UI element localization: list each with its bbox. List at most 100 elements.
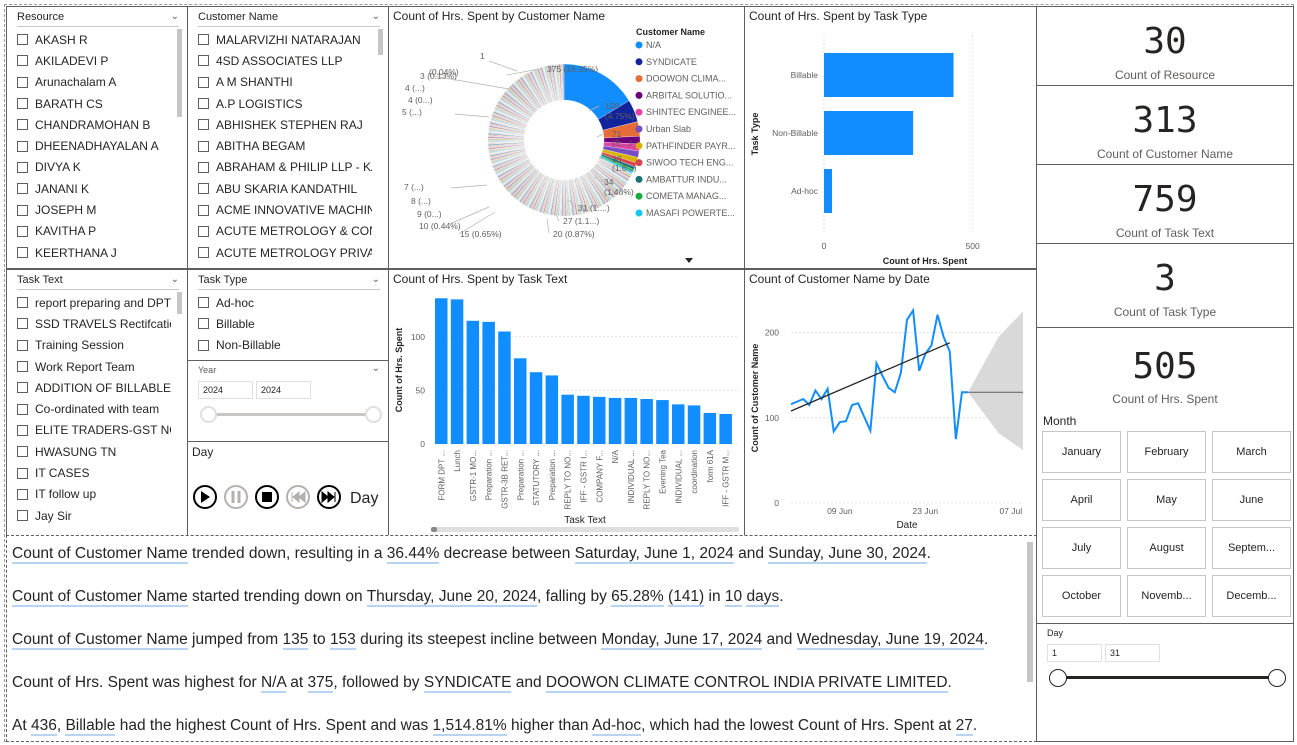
checkbox[interactable] xyxy=(17,183,28,195)
task-text-slicer[interactable]: Task Text ⌄ report preparing and DPT ... S… xyxy=(6,269,188,536)
day-play-axis[interactable]: Day Day xyxy=(187,441,389,536)
slicer-item[interactable]: HWASUNG TN xyxy=(17,441,171,462)
slicer-item[interactable]: IT CASES xyxy=(17,462,171,483)
narrative-value[interactable]: 436 xyxy=(30,717,57,736)
checkbox[interactable] xyxy=(17,403,28,415)
slicer-item[interactable]: ABITHA BEGAM xyxy=(198,135,372,156)
bar[interactable] xyxy=(450,299,464,444)
month-button[interactable]: Decemb... xyxy=(1212,575,1291,617)
narrative-value[interactable]: days xyxy=(746,588,780,607)
resource-slicer-header[interactable]: Resource ⌄ xyxy=(17,11,179,27)
checkbox[interactable] xyxy=(17,140,28,152)
slicer-item[interactable]: Billable xyxy=(198,313,372,334)
checkbox[interactable] xyxy=(17,510,28,522)
narrative-value[interactable]: 135 xyxy=(282,631,309,650)
bar[interactable] xyxy=(498,331,511,445)
slicer-item[interactable]: AKASH R xyxy=(17,29,171,50)
month-button[interactable]: March xyxy=(1212,431,1291,473)
slicer-item[interactable]: Jay Sir xyxy=(17,505,171,526)
checkbox[interactable] xyxy=(17,204,28,216)
slicer-item[interactable]: AKILADEVI P xyxy=(17,50,171,71)
slicer-item[interactable]: Work Report Team xyxy=(17,356,171,377)
checkbox[interactable] xyxy=(198,76,209,88)
bar[interactable] xyxy=(656,400,669,444)
checkbox[interactable] xyxy=(17,161,28,173)
customer-scrollbar[interactable] xyxy=(378,29,383,55)
checkbox[interactable] xyxy=(198,204,209,216)
series-line[interactable] xyxy=(790,307,969,440)
slicer-item[interactable]: Ad-hoc xyxy=(198,292,372,313)
bar[interactable] xyxy=(687,405,701,444)
legend-item[interactable]: SHINTEC ENGINEE... xyxy=(646,107,736,117)
slicer-item[interactable]: DHEENADHAYALAN A xyxy=(17,135,171,156)
checkbox[interactable] xyxy=(17,297,28,309)
day-slider-end-handle[interactable] xyxy=(1268,669,1286,687)
narrative-value[interactable]: Monday, June 17, 2024 xyxy=(601,631,763,650)
slicer-item[interactable]: BARATH CS xyxy=(17,93,171,114)
slicer-item[interactable]: ACUTE METROLOGY PRIVATE L... xyxy=(198,242,372,263)
month-button[interactable]: August xyxy=(1127,527,1206,569)
slicer-item[interactable]: CHANDRAMOHAN B xyxy=(17,114,171,135)
slicer-item[interactable]: Training Session xyxy=(17,335,171,356)
stop-icon[interactable] xyxy=(255,485,279,509)
slicer-item[interactable]: ABU SKARIA KANDATHIL xyxy=(198,178,372,199)
month-slicer[interactable]: Month January February March April May June Ju… xyxy=(1036,411,1294,624)
slicer-item[interactable]: JOSEPH M xyxy=(17,199,171,220)
narrative-value[interactable]: SYNDICATE xyxy=(423,674,512,693)
slicer-item[interactable]: IT follow up xyxy=(17,484,171,505)
narrative-value[interactable]: DOOWON CLIMATE CONTROL INDIA PRIVATE LIM… xyxy=(545,674,948,693)
narrative-value[interactable]: Wednesday, June 19, 2024 xyxy=(796,631,985,650)
slicer-item[interactable]: DIVYA K xyxy=(17,157,171,178)
checkbox[interactable] xyxy=(198,318,209,330)
checkbox[interactable] xyxy=(17,247,28,259)
narrative-value[interactable]: 153 xyxy=(329,631,356,650)
checkbox[interactable] xyxy=(17,382,28,394)
day-to-input[interactable]: 31 xyxy=(1105,644,1160,662)
year-to-input[interactable]: 2024 xyxy=(256,381,311,399)
slicer-item[interactable]: A.P LOGISTICS xyxy=(198,93,372,114)
narrative-value[interactable]: 1,514.81% xyxy=(432,717,507,736)
slicer-item[interactable]: KEERTHANA J xyxy=(17,242,171,263)
checkbox[interactable] xyxy=(198,98,209,110)
legend-item[interactable]: MASAFI POWERTE... xyxy=(646,208,735,218)
legend-item[interactable]: SYNDICATE xyxy=(646,57,697,67)
narrative-value[interactable]: Sunday, June 30, 2024 xyxy=(768,545,927,564)
checkbox[interactable] xyxy=(17,98,28,110)
legend-item[interactable]: Urban Slab xyxy=(646,124,691,134)
day-slider-start-handle[interactable] xyxy=(1049,669,1067,687)
pause-icon[interactable] xyxy=(224,485,248,509)
year-slider-end-handle[interactable] xyxy=(365,406,382,423)
year-from-input[interactable]: 2024 xyxy=(198,381,253,399)
task-type-bar-chart[interactable]: Count of Hrs. Spent by Task Type 0 500 Bil… xyxy=(744,6,1037,269)
checkbox[interactable] xyxy=(198,225,209,237)
chevron-down-icon[interactable]: ⌄ xyxy=(171,274,179,285)
checkbox[interactable] xyxy=(198,119,209,131)
bar[interactable] xyxy=(545,375,559,444)
legend-item[interactable]: PATHFINDER PAYR... xyxy=(646,141,735,151)
chevron-down-icon[interactable]: ⌄ xyxy=(372,11,380,22)
slicer-item[interactable]: ADDITION OF BILLABLE JO... xyxy=(17,377,171,398)
month-button[interactable]: Novemb... xyxy=(1127,575,1206,617)
legend-item[interactable]: DOOWON CLIMA... xyxy=(646,74,726,84)
month-button[interactable]: October xyxy=(1042,575,1121,617)
bar[interactable] xyxy=(514,358,527,444)
legend-item[interactable]: N/A xyxy=(646,40,661,50)
scrollbar-thumb[interactable] xyxy=(431,527,437,532)
year-slicer[interactable]: Year ⌄ 2024 2024 xyxy=(187,360,389,442)
horizontal-scrollbar[interactable] xyxy=(431,527,739,532)
next-icon[interactable] xyxy=(317,485,341,509)
checkbox[interactable] xyxy=(17,119,28,131)
task-text-scrollbar[interactable] xyxy=(177,292,182,314)
play-icon[interactable] xyxy=(193,485,217,509)
day-from-input[interactable]: 1 xyxy=(1047,644,1102,662)
slicer-item[interactable]: ACME INNOVATIVE MACHININ... xyxy=(198,199,372,220)
checkbox[interactable] xyxy=(17,446,28,458)
checkbox[interactable] xyxy=(17,55,28,67)
month-button[interactable]: May xyxy=(1127,479,1206,521)
narrative-value[interactable]: 27 xyxy=(955,717,973,736)
narrative-value[interactable]: Saturday, June 1, 2024 xyxy=(574,545,734,564)
checkbox[interactable] xyxy=(198,247,209,259)
narrative-scrollbar[interactable] xyxy=(1027,542,1033,682)
narrative-value[interactable]: Thursday, June 20, 2024 xyxy=(366,588,538,607)
slicer-item[interactable]: 4SD ASSOCIATES LLP xyxy=(198,50,372,71)
